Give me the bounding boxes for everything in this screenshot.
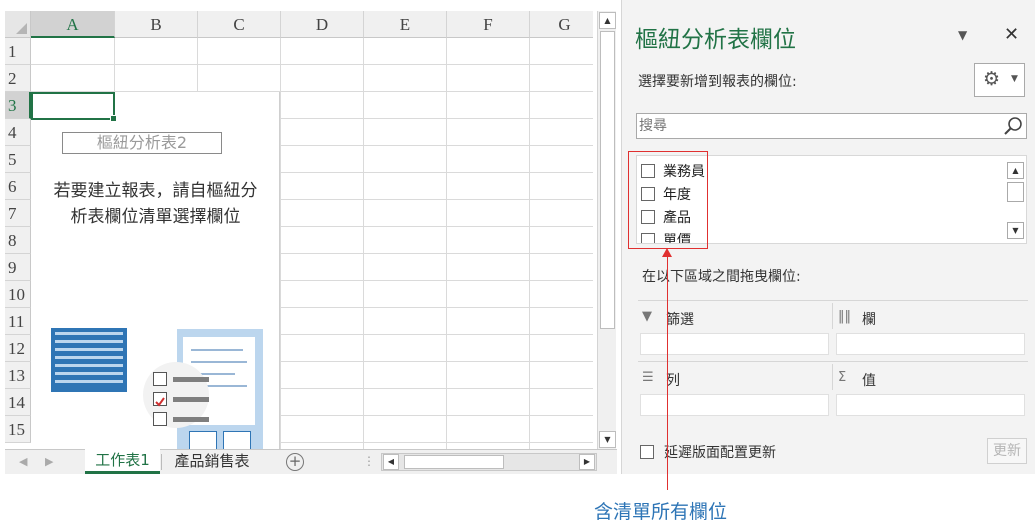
values-drop-zone[interactable] <box>836 394 1025 416</box>
defer-layout-checkbox[interactable] <box>640 445 654 459</box>
add-sheet-plus-icon[interactable]: + <box>286 453 304 471</box>
values-area-label: 值 <box>862 373 876 389</box>
column-header-c[interactable]: C <box>198 11 281 38</box>
tab-divider <box>161 454 162 470</box>
spreadsheet-grid[interactable]: A B C D E F G 1 2 3 4 5 6 7 8 9 10 11 12… <box>5 11 593 449</box>
column-header-d[interactable]: D <box>281 11 364 38</box>
table-illustration-icon <box>51 328 127 392</box>
gear-icon: ⚙ <box>983 68 1001 90</box>
column-header-g[interactable]: G <box>530 11 593 38</box>
area-divider <box>832 364 833 390</box>
vertical-scrollbar[interactable]: ▲ ▼ <box>597 11 616 449</box>
tab-scroll-left-icon[interactable]: ◀ <box>19 455 27 468</box>
pane-title: 樞紐分析表欄位 <box>635 27 796 53</box>
annotation-arrow-head-icon <box>662 248 672 257</box>
horizontal-scrollbar[interactable]: ◀ ▶ <box>381 453 597 471</box>
row-header-10[interactable]: 10 <box>5 281 31 308</box>
pivot-table-name: 樞紐分析表2 <box>62 132 222 154</box>
rows-icon: ☰ <box>642 370 654 385</box>
row-header-8[interactable]: 8 <box>5 227 31 254</box>
row-header-2[interactable]: 2 <box>5 65 31 92</box>
annotation-arrow-line <box>667 252 668 490</box>
active-cell-a3[interactable] <box>31 92 117 122</box>
scroll-right-arrow-icon[interactable]: ▶ <box>579 454 595 470</box>
sheet-tab-product-sales[interactable]: 產品銷售表 <box>163 450 261 474</box>
pivot-table-placeholder[interactable]: 樞紐分析表2 若要建立報表，請自樞紐分 析表欄位清單選擇欄位 <box>31 92 280 449</box>
pivot-message-line: 若要建立報表，請自樞紐分 <box>53 181 258 201</box>
row-header-3[interactable]: 3 <box>5 92 31 119</box>
rows-drop-zone[interactable] <box>640 394 829 416</box>
checkbox-illustration-icon <box>153 372 167 386</box>
pane-options-chevron-down-icon[interactable]: ▼ <box>958 28 967 42</box>
tab-splitter-handle-icon[interactable]: ⋮ <box>363 454 375 468</box>
row-header-5[interactable]: 5 <box>5 146 31 173</box>
field-list-scroll-thumb[interactable] <box>1007 182 1024 202</box>
row-header-12[interactable]: 12 <box>5 335 31 362</box>
search-input[interactable] <box>639 116 999 136</box>
pivot-message-line: 析表欄位清單選擇欄位 <box>70 207 241 227</box>
row-header-4[interactable]: 4 <box>5 119 31 146</box>
update-button[interactable]: 更新 <box>987 438 1027 464</box>
pivot-placeholder-message: 若要建立報表，請自樞紐分 析表欄位清單選擇欄位 <box>35 178 276 230</box>
select-all-corner[interactable] <box>5 11 31 38</box>
columns-drop-zone[interactable] <box>836 333 1025 355</box>
scroll-down-arrow-icon[interactable]: ▼ <box>599 431 616 448</box>
vertical-scroll-thumb[interactable] <box>600 31 615 329</box>
row-header-7[interactable]: 7 <box>5 200 31 227</box>
filters-drop-zone[interactable] <box>640 333 829 355</box>
field-list-scrollbar[interactable]: ▲ ▼ <box>1006 156 1026 243</box>
annotation-caption: 含清單所有欄位 <box>594 501 728 523</box>
sheet-tab-bar: ◀ ▶ 工作表1 產品銷售表 + ⋮ ◀ ▶ <box>5 449 617 474</box>
drag-fields-label: 在以下區域之間拖曳欄位: <box>642 269 801 285</box>
scroll-down-arrow-icon[interactable]: ▼ <box>1007 222 1024 239</box>
search-icon[interactable] <box>1003 116 1023 136</box>
row-header-15[interactable]: 15 <box>5 416 31 443</box>
defer-layout-label: 延遲版面配置更新 <box>664 445 776 461</box>
close-icon[interactable]: ✕ <box>1004 24 1019 45</box>
scroll-up-arrow-icon[interactable]: ▲ <box>1007 162 1024 179</box>
area-divider <box>638 300 1028 301</box>
row-header-11[interactable]: 11 <box>5 308 31 335</box>
columns-area-label: 欄 <box>862 312 876 328</box>
horizontal-scroll-thumb[interactable] <box>404 455 504 469</box>
column-header-f[interactable]: F <box>447 11 530 38</box>
tab-scroll-right-icon[interactable]: ▶ <box>45 455 53 468</box>
columns-icon: ‖‖ <box>838 309 851 324</box>
field-search-box[interactable] <box>636 113 1027 139</box>
checked-checkbox-illustration-icon <box>153 392 167 407</box>
rows-area-label: 列 <box>666 373 680 389</box>
filters-area-label: 篩選 <box>666 312 694 328</box>
column-header-e[interactable]: E <box>364 11 447 38</box>
checkbox-illustration-icon <box>153 412 167 426</box>
row-header-6[interactable]: 6 <box>5 173 31 200</box>
column-header-b[interactable]: B <box>115 11 198 38</box>
area-divider <box>638 361 1028 362</box>
row-header-1[interactable]: 1 <box>5 38 31 65</box>
column-header-a[interactable]: A <box>31 11 115 38</box>
sheet-tab-worksheet1[interactable]: 工作表1 <box>85 449 160 474</box>
scroll-up-arrow-icon[interactable]: ▲ <box>599 12 616 29</box>
row-header-9[interactable]: 9 <box>5 254 31 281</box>
area-divider <box>832 303 833 329</box>
filter-icon: ▼ <box>642 309 652 324</box>
tools-button[interactable]: ⚙ ▼ <box>974 63 1025 97</box>
scroll-left-arrow-icon[interactable]: ◀ <box>383 454 399 470</box>
row-header-13[interactable]: 13 <box>5 362 31 389</box>
gridline <box>31 64 593 65</box>
row-header-14[interactable]: 14 <box>5 389 31 416</box>
field-list-highlight-box <box>628 151 708 249</box>
choose-fields-label: 選擇要新增到報表的欄位: <box>638 74 797 90</box>
chevron-down-icon: ▼ <box>1011 74 1018 84</box>
sigma-icon: Σ <box>838 370 847 385</box>
